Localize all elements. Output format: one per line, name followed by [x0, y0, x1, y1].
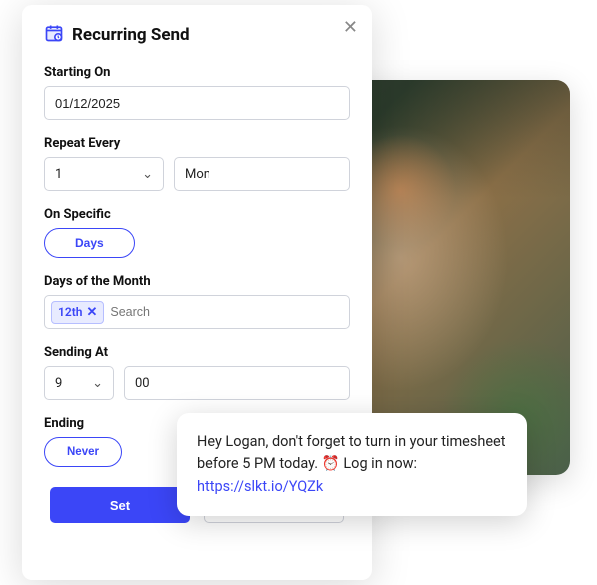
days-of-month-label: Days of the Month	[44, 274, 350, 289]
repeat-count-value: 1	[55, 167, 62, 182]
sending-minute-value: 00	[135, 376, 159, 391]
days-search-input[interactable]	[110, 305, 343, 319]
sending-at-label: Sending At	[44, 345, 350, 360]
close-button[interactable]: ✕	[343, 17, 358, 38]
set-button[interactable]: Set	[50, 487, 190, 523]
chevron-down-icon: ⌄	[92, 376, 103, 391]
starting-on-label: Starting On	[44, 65, 350, 80]
repeat-unit-value: Month	[185, 167, 209, 182]
repeat-every-label: Repeat Every	[44, 136, 350, 151]
day-tag-12th: 12th ✕	[51, 301, 104, 324]
message-text: Hey Logan, don't forget to turn in your …	[197, 433, 505, 472]
repeat-count-select[interactable]: 1 ⌄	[44, 157, 164, 191]
tag-remove-icon[interactable]: ✕	[86, 305, 97, 320]
chevron-down-icon: ⌄	[142, 167, 153, 182]
starting-on-input[interactable]	[44, 86, 350, 120]
days-of-month-input[interactable]: 12th ✕	[44, 295, 350, 329]
repeat-unit-select[interactable]: Month	[174, 157, 350, 191]
tag-label: 12th	[58, 305, 82, 319]
ending-never-button[interactable]: Never	[44, 437, 122, 467]
dialog-title: Recurring Send	[72, 25, 190, 45]
on-specific-label: On Specific	[44, 207, 350, 222]
message-link[interactable]: https://slkt.io/YQZk	[197, 478, 323, 495]
dialog-header: Recurring Send	[44, 23, 350, 47]
sending-hour-value: 9	[55, 376, 62, 391]
message-preview: Hey Logan, don't forget to turn in your …	[177, 413, 527, 516]
close-icon: ✕	[343, 17, 358, 37]
calendar-icon	[44, 23, 64, 47]
days-tab[interactable]: Days	[44, 228, 135, 258]
sending-minute-select[interactable]: 00	[124, 366, 350, 400]
sending-hour-select[interactable]: 9 ⌄	[44, 366, 114, 400]
